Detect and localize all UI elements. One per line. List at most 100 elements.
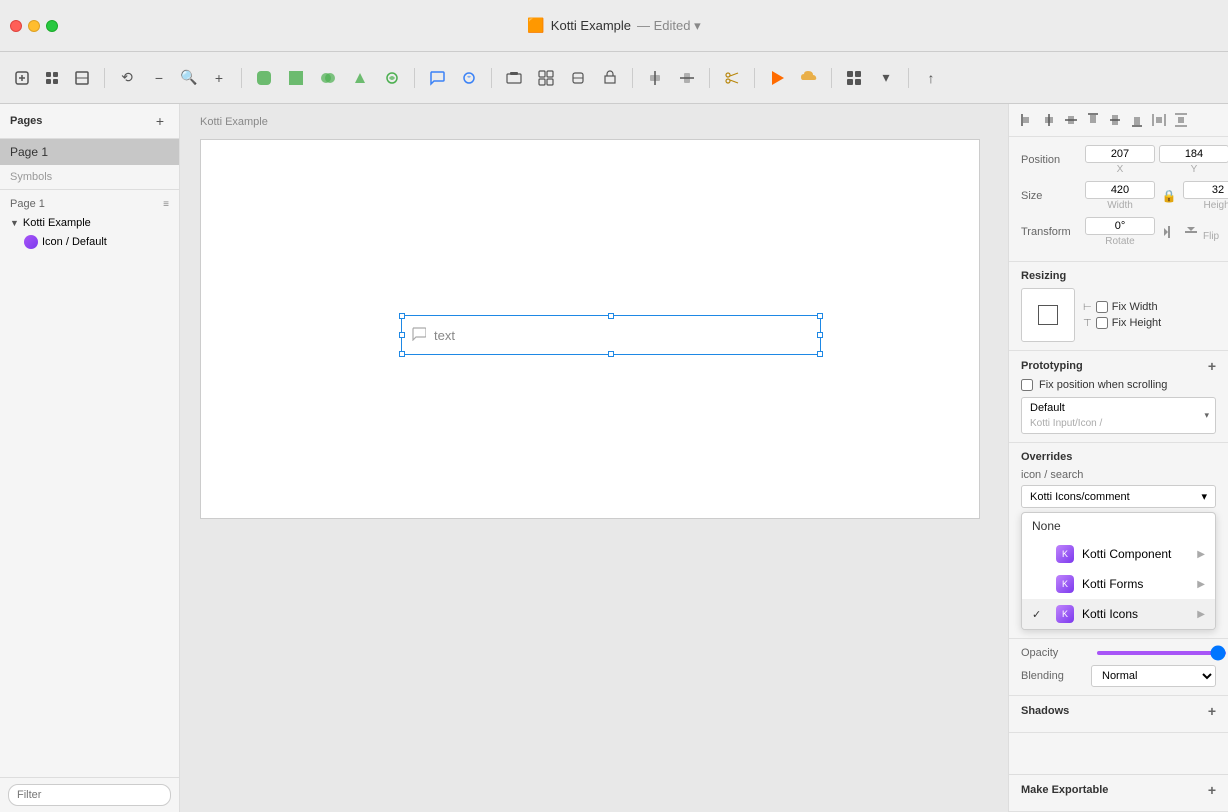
play-button[interactable] [763, 64, 791, 92]
rotate-label: Rotate [1105, 236, 1134, 247]
add-shadow-button[interactable]: + [1208, 704, 1216, 718]
slice-button[interactable] [68, 64, 96, 92]
dropdown-item-kotti-forms[interactable]: K Kotti Forms ▶ [1022, 569, 1215, 599]
canvas-area[interactable]: Kotti Example text [180, 104, 1008, 812]
prototype-dropdown[interactable]: Default Kotti Input/Icon / ▾ [1021, 397, 1216, 434]
size-width-input[interactable] [1085, 181, 1155, 199]
flatten-tool[interactable] [564, 64, 592, 92]
separator-5 [632, 68, 633, 88]
add-page-button[interactable]: + [151, 112, 169, 130]
maximize-button[interactable] [46, 20, 58, 32]
scissors-tool[interactable] [718, 64, 746, 92]
rect-fill-tool[interactable] [282, 64, 310, 92]
chevron-down-icon: ▼ [10, 218, 19, 228]
filter-input[interactable] [8, 784, 171, 806]
minimize-button[interactable] [28, 20, 40, 32]
position-y-input[interactable] [1159, 145, 1228, 163]
dropdown-sub: Kotti Input/Icon / [1022, 418, 1198, 433]
selected-element[interactable]: text [401, 315, 821, 355]
insert-tools [8, 64, 96, 92]
fix-height-label: Fix Height [1112, 317, 1162, 329]
speech-button[interactable] [455, 64, 483, 92]
resize-handle-br[interactable] [817, 351, 823, 357]
prototyping-title: Prototyping + [1021, 359, 1216, 373]
group-tool[interactable] [500, 64, 528, 92]
width-label: Width [1107, 200, 1133, 211]
exportable-title: Make Exportable + [1021, 783, 1216, 797]
flip-horizontal-button[interactable] [1159, 222, 1179, 242]
resize-handle-bl[interactable] [399, 351, 405, 357]
app-icon: 🟧 [527, 17, 544, 34]
cloud-button[interactable] [795, 64, 823, 92]
zoom-in-button[interactable]: + [205, 64, 233, 92]
resize-handle-tr[interactable] [817, 313, 823, 319]
rotate-coord: Rotate [1085, 217, 1155, 247]
align-distribute-2[interactable] [673, 64, 701, 92]
resizing-visual [1021, 288, 1075, 342]
frame-button[interactable] [38, 64, 66, 92]
resizing-controls: ⊢ Fix Width ⊤ Fix Height [1021, 288, 1216, 342]
separator-7 [754, 68, 755, 88]
align-bottom[interactable] [1127, 110, 1147, 130]
opacity-section: Opacity 100 % Blending Normal [1009, 639, 1228, 696]
fix-width-checkbox[interactable] [1096, 301, 1108, 313]
union-tool[interactable] [314, 64, 342, 92]
expand-tool[interactable] [596, 64, 624, 92]
align-top[interactable] [1083, 110, 1103, 130]
fix-height-checkbox[interactable] [1096, 317, 1108, 329]
export-button[interactable]: ↑ [917, 64, 945, 92]
page-item-1[interactable]: Page 1 [0, 139, 179, 165]
add-export-button[interactable]: + [1208, 783, 1216, 797]
comment-button[interactable] [423, 64, 451, 92]
resize-handle-ml[interactable] [399, 332, 405, 338]
override-dropdown-trigger[interactable]: Kotti Icons/comment ▾ [1021, 485, 1216, 508]
artboard-frame[interactable]: text [200, 139, 980, 519]
view-options-button[interactable]: ▾ [872, 64, 900, 92]
fix-position-checkbox[interactable] [1021, 379, 1033, 391]
canvas-label: Kotti Example [200, 116, 268, 128]
opacity-slider[interactable] [1097, 651, 1226, 655]
rounded-rect-tool[interactable] [250, 64, 278, 92]
dropdown-value: Default [1022, 398, 1198, 418]
close-button[interactable] [10, 20, 22, 32]
align-left-edge[interactable] [1017, 110, 1037, 130]
resize-handle-tl[interactable] [399, 313, 405, 319]
resize-handle-tm[interactable] [608, 313, 614, 319]
flip-vertical-button[interactable] [1181, 222, 1201, 242]
history-button[interactable]: ⟲ [113, 64, 141, 92]
position-x-input[interactable] [1085, 145, 1155, 163]
kotti-icons-label: Kotti Icons [1082, 607, 1138, 621]
rotate-input[interactable] [1085, 217, 1155, 235]
zoom-icon-button[interactable]: 🔍 [175, 64, 203, 92]
layer-item-icon-default[interactable]: Icon / Default [0, 232, 179, 252]
page-item-symbols[interactable]: Symbols [0, 165, 179, 189]
dropdown-item-kotti-component[interactable]: K Kotti Component ▶ [1022, 539, 1215, 569]
current-page-label: Page 1 [10, 198, 45, 210]
insert-button[interactable] [8, 64, 36, 92]
size-height-input[interactable] [1183, 181, 1228, 199]
lock-size-button[interactable]: 🔒 [1159, 186, 1179, 206]
subtract-tool[interactable] [346, 64, 374, 92]
intersect-tool[interactable] [378, 64, 406, 92]
resize-handle-bm[interactable] [608, 351, 614, 357]
layer-options-button[interactable]: ≡ [163, 199, 169, 210]
zoom-out-button[interactable]: − [145, 64, 173, 92]
position-row: Position X Y [1021, 145, 1216, 175]
transform-label: Transform [1021, 226, 1085, 238]
ungroup-tool[interactable] [532, 64, 560, 92]
dropdown-item-none[interactable]: None [1022, 513, 1215, 539]
add-prototype-button[interactable]: + [1208, 359, 1216, 373]
distribute-v[interactable] [1171, 110, 1191, 130]
blending-select[interactable]: Normal [1091, 665, 1216, 687]
align-center-h[interactable] [1039, 110, 1059, 130]
layer-group-kotti[interactable]: ▼ Kotti Example [0, 214, 179, 232]
align-middle-v[interactable] [1105, 110, 1125, 130]
distribute-h[interactable] [1149, 110, 1169, 130]
view-grid-button[interactable] [840, 64, 868, 92]
resize-handle-mr[interactable] [817, 332, 823, 338]
align-distribute-1[interactable] [641, 64, 669, 92]
window-controls[interactable] [10, 20, 58, 32]
align-left-canvas[interactable] [1061, 110, 1081, 130]
dropdown-arrow-icon[interactable]: ▾ [1198, 410, 1215, 421]
dropdown-item-kotti-icons[interactable]: ✓ K Kotti Icons ▶ [1022, 599, 1215, 629]
